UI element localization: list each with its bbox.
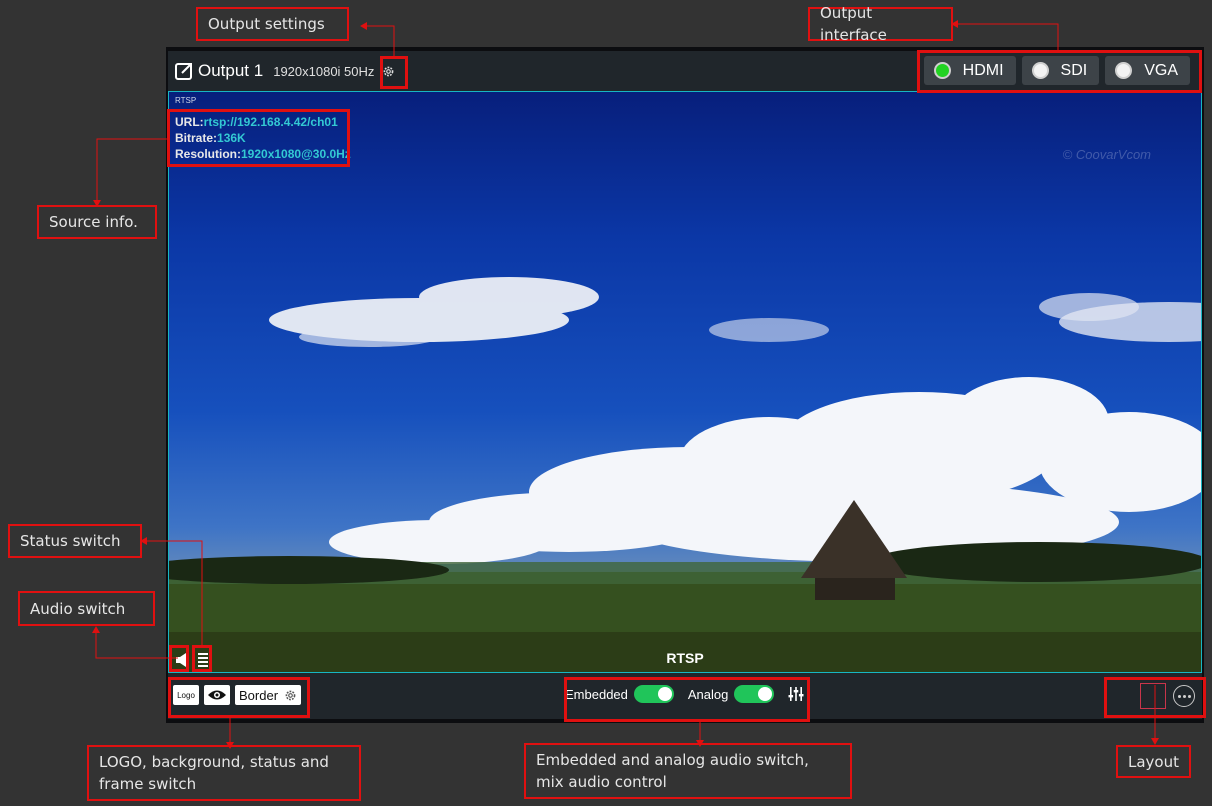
output-settings-button[interactable] [380, 63, 396, 79]
radio-inactive-icon [1031, 62, 1049, 79]
callout-status-switch: Status switch [8, 524, 142, 558]
callout-layout: Layout [1116, 745, 1191, 778]
dot [1177, 694, 1181, 698]
interface-label: VGA [1144, 61, 1178, 79]
gear-icon [285, 690, 296, 700]
video-preview[interactable]: RTSP URL:rtsp://192.168.4.42/ch01 Bitrat… [168, 91, 1202, 673]
interface-label: HDMI [962, 61, 1004, 79]
output-title: Output 1 [198, 61, 264, 80]
output-header: Output 1 1920x1080i 50Hz HDMI SDI VGA [168, 51, 1202, 91]
interface-vga-button[interactable]: VGA [1105, 56, 1190, 85]
source-name: RTSP [666, 650, 704, 666]
resolution-label: Resolution: [175, 147, 241, 161]
url-label: URL: [175, 115, 204, 129]
source-info: URL:rtsp://192.168.4.42/ch01 Bitrate:136… [175, 114, 351, 162]
output-resolution: 1920x1080i 50Hz [273, 63, 375, 79]
audio-controls: Embedded Analog [565, 685, 804, 703]
bitrate-label: Bitrate: [175, 131, 218, 145]
callout-source-info: Source info. [37, 205, 157, 239]
layout-button[interactable] [1140, 683, 1166, 709]
callout-output-interface: Output interface [808, 4, 953, 44]
analog-audio-toggle[interactable] [734, 685, 775, 703]
border-switch-button[interactable]: Border [235, 685, 302, 705]
callout-overlay-switches: LOGO, background, status and frame switc… [87, 745, 361, 801]
overlay-switches: Logo Border [173, 685, 302, 705]
radio-inactive-icon [1115, 62, 1133, 79]
callout-output-settings: Output settings [196, 7, 349, 41]
analog-label: Analog [687, 686, 729, 702]
embedded-audio-toggle[interactable] [633, 685, 674, 703]
gear-icon [383, 66, 394, 76]
output-interface-group: HDMI SDI VGA [923, 56, 1190, 85]
background-switch-button[interactable] [204, 685, 230, 705]
mixer-sliders-icon[interactable] [788, 686, 804, 702]
radio-active-icon [933, 62, 951, 79]
watermark: © CoovarVcom [1062, 147, 1151, 162]
callout-audio-controls: Embedded and analog audio switch, mix au… [524, 743, 852, 799]
logo-switch-button[interactable]: Logo [173, 685, 199, 705]
resolution-value: 1920x1080@30.0Hz [241, 147, 351, 161]
dot [1182, 694, 1186, 698]
callout-audio-switch: Audio switch [18, 591, 155, 626]
bitrate-value: 136K [217, 131, 246, 145]
output-panel: Output 1 1920x1080i 50Hz HDMI SDI VGA RT… [166, 47, 1204, 723]
url-value: rtsp://192.168.4.42/ch01 [203, 115, 338, 129]
preview-scene [169, 277, 1201, 672]
border-label: Border [239, 687, 279, 703]
source-type-tag: RTSP [175, 96, 197, 105]
embedded-label: Embedded [565, 686, 628, 702]
eye-icon [208, 690, 226, 700]
dot [1187, 694, 1191, 698]
interface-hdmi-button[interactable]: HDMI [923, 56, 1016, 85]
interface-sdi-button[interactable]: SDI [1021, 56, 1100, 85]
interface-label: SDI [1060, 61, 1088, 79]
external-output-icon [175, 63, 192, 80]
output-footer: Logo Border Embedded Analog [168, 673, 1202, 719]
more-options-icon[interactable] [1173, 685, 1195, 707]
